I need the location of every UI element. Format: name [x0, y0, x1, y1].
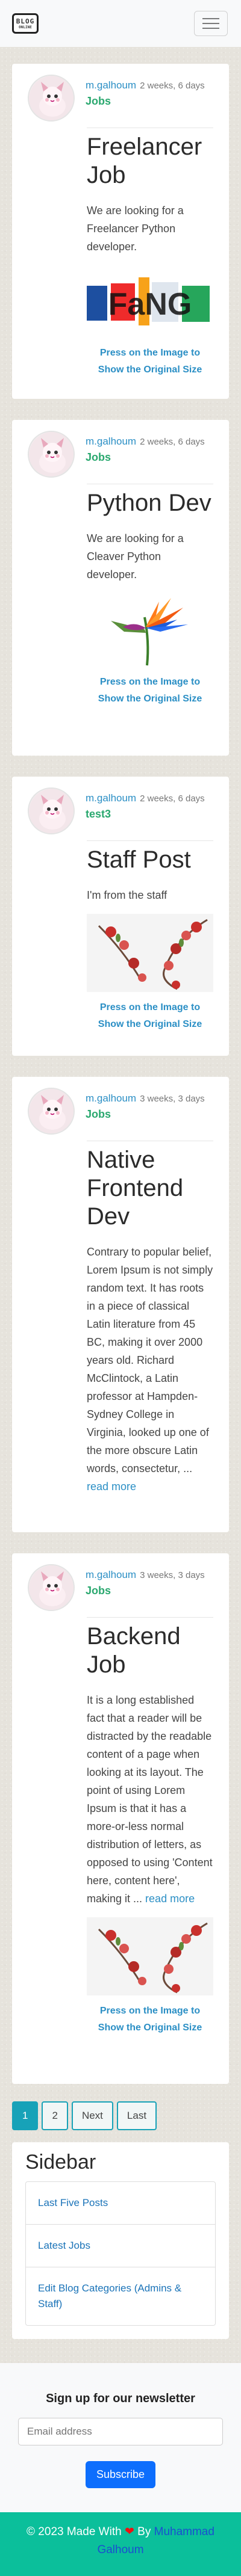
- post-card: m.galhoum 3 weeks, 3 days Jobs Native Fro…: [12, 1077, 229, 1532]
- author-link[interactable]: m.galhoum: [86, 1092, 136, 1104]
- post-title[interactable]: Backend Job: [87, 1622, 213, 1679]
- navbar: BLOG ONLINE: [0, 0, 241, 47]
- read-more-link[interactable]: read more: [145, 1893, 195, 1905]
- footer: © 2023 Made With ❤ By Muhammad Galhoum: [0, 2512, 241, 2576]
- menu-toggle-button[interactable]: [194, 11, 228, 36]
- post-image[interactable]: FaNG: [87, 265, 213, 337]
- post-text: Contrary to popular belief, Lorem Ipsum …: [87, 1246, 213, 1474]
- post-content: Contrary to popular belief, Lorem Ipsum …: [87, 1243, 213, 1496]
- category-link[interactable]: Jobs: [86, 451, 213, 464]
- category-link[interactable]: Jobs: [86, 1108, 213, 1121]
- post-image[interactable]: [87, 593, 213, 667]
- newsletter-section: Sign up for our newsletter Subscribe: [0, 2363, 241, 2512]
- author-link[interactable]: m.galhoum: [86, 436, 136, 447]
- post-card: m.galhoum 2 weeks, 6 days test3 Staff Pos…: [12, 777, 229, 1056]
- post-image[interactable]: [87, 1917, 213, 1995]
- sidebar-title: Sidebar: [25, 2151, 96, 2174]
- sidebar: Sidebar Last Five Posts Latest Jobs Edit…: [12, 2142, 229, 2339]
- post-content: We are looking for a Cleaver Python deve…: [87, 532, 184, 581]
- sidebar-item-latest-jobs[interactable]: Latest Jobs: [26, 2225, 215, 2267]
- sidebar-item-last-five-posts[interactable]: Last Five Posts: [26, 2182, 215, 2225]
- footer-text: © 2023 Made With: [27, 2525, 122, 2538]
- post-title[interactable]: Python Dev: [87, 489, 213, 517]
- author-link[interactable]: m.galhoum: [86, 1569, 136, 1580]
- logo-subtext: ONLINE: [19, 25, 32, 29]
- email-input[interactable]: [18, 2418, 223, 2445]
- author-avatar: [28, 75, 75, 122]
- blog-logo[interactable]: BLOG ONLINE: [12, 13, 39, 34]
- post-content: I'm from the staff: [87, 889, 167, 901]
- post-card: m.galhoum 2 weeks, 6 days Jobs Python Dev…: [12, 420, 229, 756]
- subscribe-button[interactable]: Subscribe: [85, 2461, 156, 2488]
- author-link[interactable]: m.galhoum: [86, 792, 136, 804]
- category-link[interactable]: Jobs: [86, 95, 213, 108]
- category-link[interactable]: test3: [86, 808, 213, 821]
- image-text: FaNG: [108, 287, 192, 322]
- post-date: 2 weeks, 6 days: [140, 437, 205, 447]
- heart-icon: ❤: [124, 2525, 134, 2538]
- main-content: m.galhoum 2 weeks, 6 days Jobs Freelancer…: [0, 47, 241, 2339]
- post-date: 2 weeks, 6 days: [140, 81, 205, 91]
- category-link[interactable]: Jobs: [86, 1585, 213, 1597]
- post-date: 3 weeks, 3 days: [140, 1570, 205, 1580]
- post-date: 3 weeks, 3 days: [140, 1094, 205, 1104]
- footer-by: By: [137, 2525, 151, 2538]
- image-note: Press on the Image to Show the Original …: [98, 348, 202, 375]
- post-card: m.galhoum 3 weeks, 3 days Jobs Backend Jo…: [12, 1553, 229, 2084]
- page-1-button[interactable]: 1: [12, 2101, 39, 2130]
- post-title[interactable]: Native Frontend Dev: [87, 1146, 213, 1231]
- last-page-button[interactable]: Last: [116, 2101, 157, 2130]
- post-date: 2 weeks, 6 days: [140, 793, 205, 804]
- pagination: 1 2 Next Last: [12, 2101, 229, 2130]
- author-avatar: [28, 1564, 75, 1611]
- post-text: It is a long established fact that a rea…: [87, 1694, 213, 1905]
- next-page-button[interactable]: Next: [71, 2101, 113, 2130]
- post-title[interactable]: Staff Post: [87, 846, 213, 874]
- post-content: We are looking for a Freelancer Python d…: [87, 205, 184, 253]
- image-note: Press on the Image to Show the Original …: [98, 1002, 202, 1029]
- sidebar-list: Last Five Posts Latest Jobs Edit Blog Ca…: [25, 2181, 216, 2326]
- divider: [87, 840, 213, 841]
- page-2-button[interactable]: 2: [42, 2101, 68, 2130]
- image-note: Press on the Image to Show the Original …: [98, 2006, 202, 2033]
- author-avatar: [28, 431, 75, 478]
- post-title[interactable]: Freelancer Job: [87, 133, 213, 190]
- divider: [87, 1617, 213, 1618]
- author-avatar: [28, 1088, 75, 1135]
- post-card: m.galhoum 2 weeks, 6 days Jobs Freelancer…: [12, 64, 229, 399]
- read-more-link[interactable]: read more: [87, 1481, 136, 1493]
- post-content: It is a long established fact that a rea…: [87, 1691, 213, 1908]
- author-avatar: [28, 787, 75, 834]
- hamburger-icon: [202, 18, 219, 19]
- newsletter-title: Sign up for our newsletter: [46, 2392, 195, 2405]
- image-note: Press on the Image to Show the Original …: [98, 677, 202, 704]
- post-image[interactable]: [87, 914, 213, 992]
- logo-text: BLOG: [16, 17, 35, 25]
- sidebar-item-edit-categories[interactable]: Edit Blog Categories (Admins & Staff): [26, 2267, 215, 2325]
- author-link[interactable]: m.galhoum: [86, 79, 136, 91]
